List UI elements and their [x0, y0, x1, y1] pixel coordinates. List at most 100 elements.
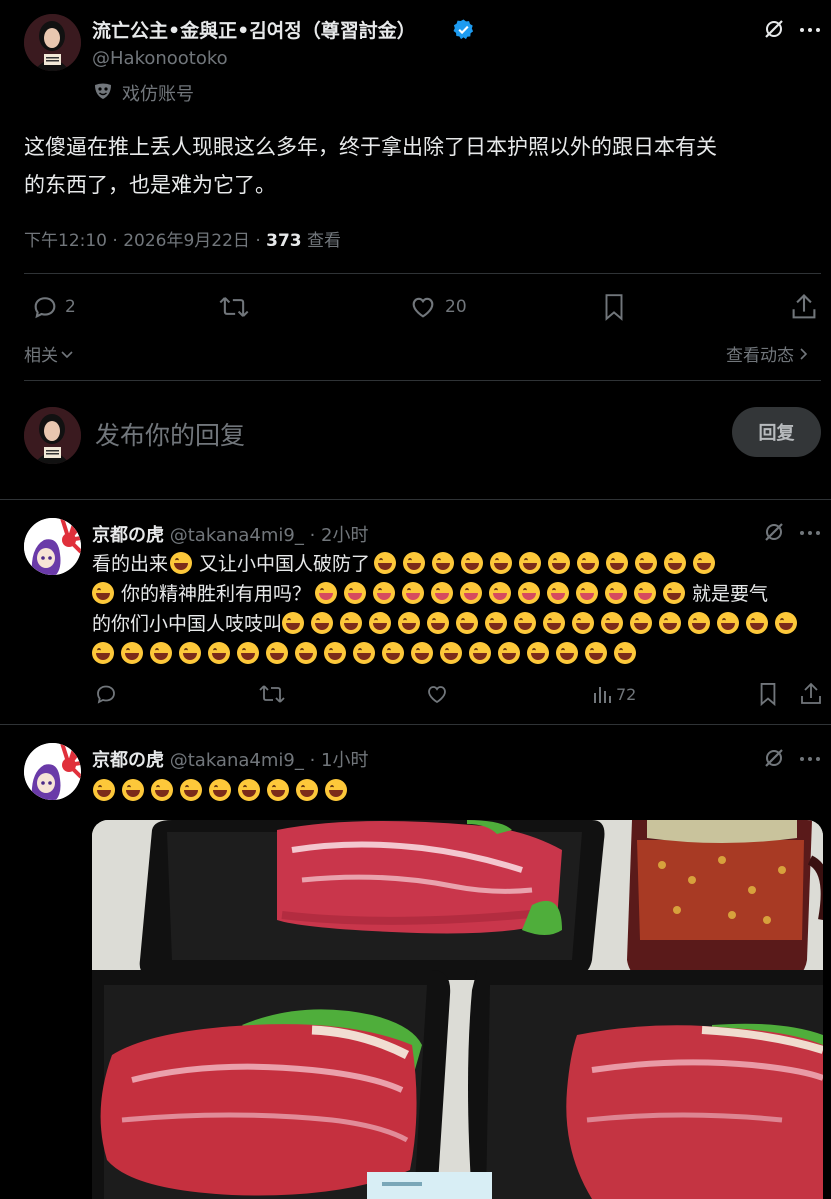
bar-chart-icon: [592, 683, 612, 705]
emoji: [577, 552, 600, 574]
emoji: [282, 612, 305, 634]
bookmark-icon: [757, 681, 779, 707]
emoji: [469, 642, 491, 664]
emoji: [547, 582, 570, 604]
emoji: [514, 612, 537, 634]
reply-time[interactable]: · 2小时: [310, 525, 369, 546]
share-button[interactable]: [790, 292, 818, 322]
emoji: [605, 582, 628, 604]
emoji: [369, 612, 392, 634]
like-button[interactable]: [425, 682, 449, 706]
grok-icon[interactable]: [762, 520, 786, 544]
emoji: [664, 552, 687, 574]
reply-text-part: 就是要气: [692, 583, 769, 605]
bookmark-button[interactable]: [601, 292, 627, 322]
emoji: [340, 612, 363, 634]
emoji: [543, 612, 566, 634]
bookmark-button[interactable]: [757, 681, 779, 707]
repost-button[interactable]: [218, 293, 250, 321]
emoji-row: [93, 776, 354, 805]
emoji-row: [374, 551, 722, 575]
emoji: [688, 612, 711, 634]
emoji: [432, 552, 455, 574]
heart-icon: [409, 293, 437, 321]
emoji: [179, 642, 201, 664]
emoji: [659, 612, 682, 634]
reply-text-part: 看的出来: [92, 553, 169, 575]
emoji: [93, 779, 115, 801]
emoji: [775, 612, 798, 634]
related-label: 相关: [24, 346, 58, 366]
views-label: 查看: [301, 231, 342, 251]
author-display-name[interactable]: 流亡公主•金與正•김여정（尊習討金）: [92, 16, 416, 43]
emoji: [295, 642, 317, 664]
reply-button[interactable]: 2: [31, 293, 76, 321]
share-button[interactable]: [799, 681, 823, 707]
emoji: [518, 582, 541, 604]
reply-text-part: 你的精神胜利有用吗？: [121, 583, 312, 605]
emoji: [601, 612, 624, 634]
attached-photo[interactable]: [92, 820, 823, 1199]
emoji: [92, 582, 114, 604]
grok-icon[interactable]: [762, 746, 786, 770]
emoji: [630, 612, 653, 634]
emoji: [461, 552, 484, 574]
repost-icon: [258, 682, 286, 706]
emoji: [344, 582, 367, 604]
author-handle[interactable]: @Hakonootoko: [92, 48, 228, 69]
reply-icon: [94, 682, 118, 706]
reply-handle[interactable]: @takana4mi9_: [170, 750, 304, 771]
more-options-icon[interactable]: [798, 749, 822, 769]
emoji: [606, 552, 629, 574]
post-time[interactable]: 下午12:10 · 2026年9月22日 ·: [24, 231, 266, 251]
emoji: [180, 779, 202, 801]
more-options-icon[interactable]: [798, 20, 822, 40]
reply-input[interactable]: 发布你的回复: [95, 416, 245, 452]
reply-display-name[interactable]: 京都の虎: [92, 525, 164, 546]
reply-display-name[interactable]: 京都の虎: [92, 750, 164, 771]
author-avatar[interactable]: [24, 14, 81, 71]
divider: [0, 499, 831, 500]
emoji: [208, 642, 230, 664]
verified-badge-icon: [452, 18, 475, 41]
emoji: [403, 552, 426, 574]
view-activity-link[interactable]: 查看动态: [726, 341, 810, 366]
reply-button[interactable]: [94, 682, 118, 706]
emoji: [634, 582, 657, 604]
divider: [24, 273, 821, 274]
emoji: [267, 779, 289, 801]
emoji: [519, 552, 542, 574]
emoji: [431, 582, 454, 604]
divider: [24, 380, 821, 381]
grok-icon[interactable]: [762, 17, 786, 41]
reply-time[interactable]: · 1小时: [310, 750, 369, 771]
emoji: [237, 642, 259, 664]
emoji: [121, 642, 143, 664]
emoji: [498, 642, 520, 664]
reply-avatar[interactable]: [24, 518, 81, 575]
emoji: [374, 552, 397, 574]
bookmark-icon: [601, 292, 627, 322]
emoji: [576, 582, 599, 604]
divider: [0, 724, 831, 725]
more-options-icon[interactable]: [798, 523, 822, 543]
emoji: [527, 642, 549, 664]
reply-text-part: 的你们小中国人吱吱叫: [92, 613, 283, 635]
related-toggle[interactable]: 相关: [24, 341, 74, 366]
post-text-line-1: 这傻逼在推上丢人现眼这么多年，终于拿出除了日本护照以外的跟日本有关: [24, 135, 717, 159]
reply-submit-button[interactable]: 回复: [732, 407, 821, 457]
repost-button[interactable]: [258, 682, 286, 706]
like-button[interactable]: 20: [409, 293, 467, 321]
emoji: [92, 642, 114, 664]
post-meta: 下午12:10 · 2026年9月22日 · 373 查看: [24, 226, 341, 251]
emoji: [151, 779, 173, 801]
reply-handle[interactable]: @takana4mi9_: [170, 525, 304, 546]
views-button[interactable]: 72: [592, 683, 636, 705]
reply-avatar[interactable]: [24, 743, 81, 800]
emoji: [402, 582, 425, 604]
emoji: [456, 612, 479, 634]
like-count: 20: [445, 297, 467, 317]
share-icon: [799, 681, 823, 707]
heart-icon: [425, 682, 449, 706]
emoji-row: [92, 639, 827, 668]
